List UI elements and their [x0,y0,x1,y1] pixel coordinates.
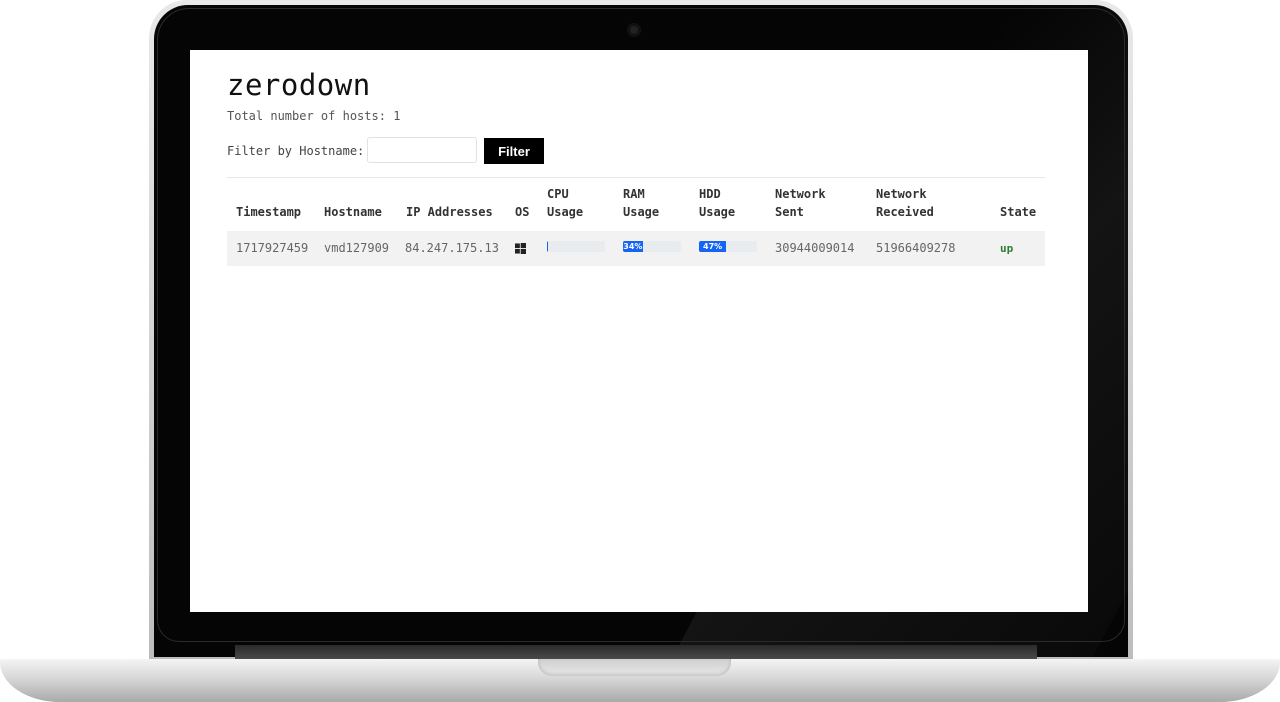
filter-label: Filter by Hostname: [227,144,365,158]
header-timestamp[interactable]: Timestamp [236,203,301,221]
header-hdd-line2: Usage [699,205,736,219]
header-cpu-usage[interactable]: CPU Usage [547,185,583,221]
header-cpu-line2: Usage [547,205,584,219]
cell-timestamp: 1717927459 [236,241,309,255]
header-network-received[interactable]: Network Received [876,185,934,221]
host-count: Total number of hosts: 1 [227,109,400,123]
header-os[interactable]: OS [515,203,529,221]
header-hdd-line1: HDD [699,187,721,201]
hostname-filter-input[interactable] [367,137,477,163]
hdd-usage-fill: 47% [699,241,727,252]
cell-network-received: 51966409278 [876,241,956,255]
table-header: Timestamp Hostname IP Addresses OS CPU U… [227,178,1045,232]
cpu-usage-fill [547,241,548,252]
header-cpu-line1: CPU [547,187,569,201]
laptop-notch [538,659,731,676]
header-ram-usage[interactable]: RAM Usage [623,185,659,221]
cell-ip-address: 84.247.175.13 [405,241,499,255]
cell-hostname: vmd127909 [324,241,390,255]
header-hdd-usage[interactable]: HDD Usage [699,185,735,221]
header-net-recv-line2: Received [876,205,934,219]
header-network-sent[interactable]: Network Sent [775,185,826,221]
page-title: zerodown [227,68,371,102]
cell-network-sent: 30944009014 [775,241,855,255]
ram-usage-bar: 34% [623,241,681,252]
host-count-label: Total number of hosts: [227,109,386,123]
ram-usage-fill: 34% [623,241,643,252]
host-count-value: 1 [393,109,401,123]
hdd-usage-bar: 47% [699,241,757,252]
screen: zerodown Total number of hosts: 1 Filter… [190,50,1088,612]
header-ram-line1: RAM [623,187,645,201]
camera-icon [627,23,641,37]
filter-button[interactable]: Filter [484,138,544,164]
table-row[interactable]: 1717927459 vmd127909 84.247.175.13 34% 4… [227,231,1045,266]
header-hostname[interactable]: Hostname [324,203,382,221]
header-state[interactable]: State [1000,203,1036,221]
header-ram-line2: Usage [623,205,660,219]
state-badge: up [1000,242,1014,255]
laptop-hinge [235,645,1037,659]
header-net-sent-line2: Sent [775,205,804,219]
windows-icon [515,243,526,254]
header-ip-addresses[interactable]: IP Addresses [406,203,493,221]
header-net-sent-line1: Network [775,187,826,201]
cpu-usage-bar [547,241,605,252]
header-net-recv-line1: Network [876,187,927,201]
